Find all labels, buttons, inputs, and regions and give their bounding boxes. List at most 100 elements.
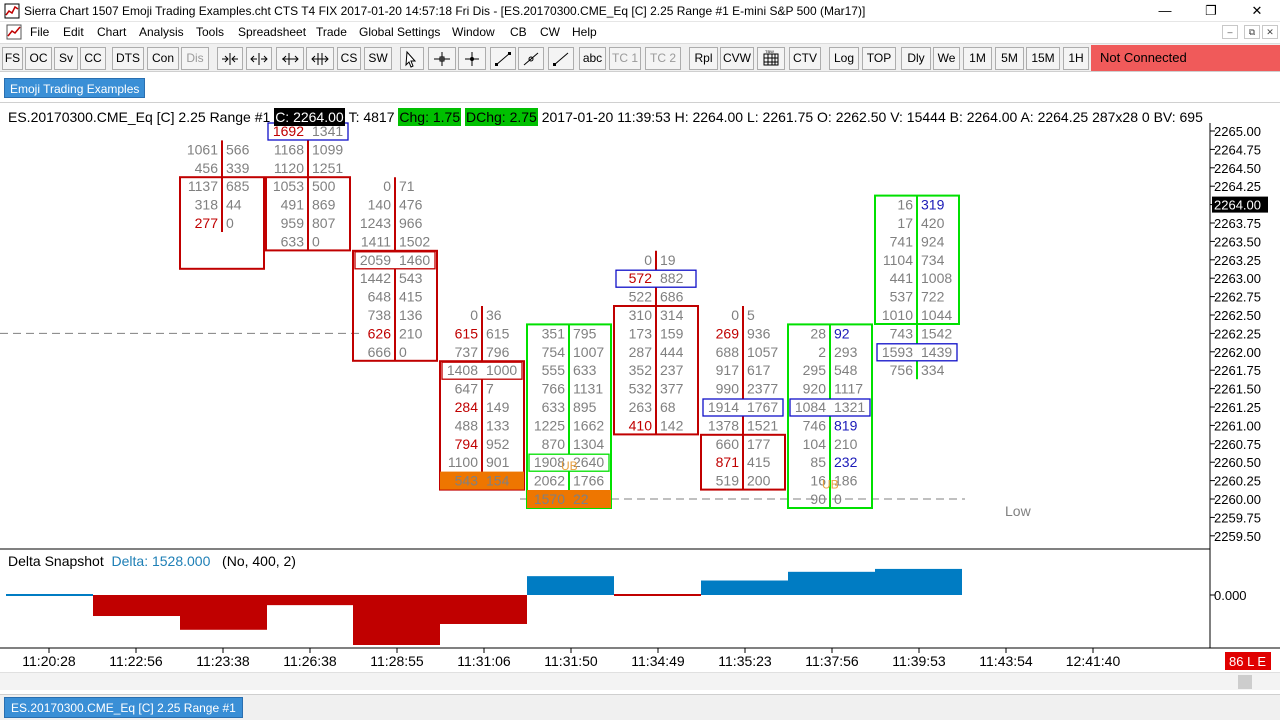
ask-volume: 36 bbox=[486, 307, 502, 323]
bid-volume: 90 bbox=[810, 491, 826, 507]
toolbar-tc2-button[interactable]: TC 2 bbox=[645, 47, 681, 70]
menu-tools[interactable]: Tools bbox=[196, 25, 224, 39]
crosshair-tool-button[interactable] bbox=[428, 47, 456, 70]
toolbar-abc-button[interactable]: abc bbox=[579, 47, 606, 70]
mdi-restore-button[interactable]: ⧉ bbox=[1244, 25, 1260, 39]
time-tick-label: 11:31:06 bbox=[457, 653, 511, 669]
bid-volume: 1053 bbox=[273, 178, 304, 194]
bottom-chart-tab[interactable]: ES.20170300.CME_Eq [C] 2.25 Range #1 bbox=[4, 697, 243, 718]
ask-volume: 339 bbox=[226, 160, 250, 176]
bid-volume: 441 bbox=[890, 270, 914, 286]
price-tick-label: 2260.75 bbox=[1214, 437, 1261, 452]
chart-area[interactable]: 2265.00 2264.75 2264.50 2264.25 2264.00 2263.… bbox=[0, 103, 1280, 678]
draw-ray-button[interactable] bbox=[518, 47, 544, 70]
footprint-chart[interactable]: 2265.00 2264.75 2264.50 2264.25 2264.00 2263.… bbox=[0, 103, 1280, 678]
zoom-out-bars-button[interactable] bbox=[246, 47, 272, 70]
menu-cb[interactable]: CB bbox=[510, 25, 527, 39]
ask-volume: 617 bbox=[747, 362, 771, 378]
delta-bar bbox=[180, 595, 267, 630]
toolbar-con-button[interactable]: Con bbox=[147, 47, 179, 70]
menu-global-settings[interactable]: Global Settings bbox=[359, 25, 440, 39]
bar-spacing-alt-button[interactable] bbox=[306, 47, 334, 70]
toolbar-rpl-button[interactable]: Rpl bbox=[689, 47, 718, 70]
menu-chart[interactable]: Chart bbox=[97, 25, 126, 39]
menu-cw[interactable]: CW bbox=[540, 25, 560, 39]
bid-volume: 660 bbox=[716, 436, 740, 452]
price-tick-label: 2259.50 bbox=[1214, 529, 1261, 544]
toolbar-tc1-button[interactable]: TC 1 bbox=[609, 47, 641, 70]
ask-volume: 2640 bbox=[573, 454, 604, 470]
ask-volume: 177 bbox=[747, 436, 771, 452]
toolbar-dts-button[interactable]: DTS bbox=[112, 47, 144, 70]
bar-spacing-alt-icon bbox=[311, 52, 329, 65]
toolbar-1h-button[interactable]: 1H bbox=[1063, 47, 1089, 70]
menu-help[interactable]: Help bbox=[572, 25, 597, 39]
bid-volume: 269 bbox=[716, 325, 740, 341]
menu-analysis[interactable]: Analysis bbox=[139, 25, 184, 39]
ask-volume: 7 bbox=[486, 381, 494, 397]
scrollbar-thumb[interactable] bbox=[1238, 675, 1252, 689]
mdi-close-button[interactable]: ✕ bbox=[1262, 25, 1278, 39]
crosshair-tool-icon bbox=[434, 51, 450, 66]
toolbar-5m-button[interactable]: 5M bbox=[995, 47, 1024, 70]
ask-volume: 1321 bbox=[834, 399, 865, 415]
close-button[interactable]: ✕ bbox=[1234, 0, 1280, 22]
toolbar-cc-button[interactable]: CC bbox=[80, 47, 106, 70]
bid-volume: 287 bbox=[629, 344, 653, 360]
bid-volume: 2059 bbox=[360, 252, 391, 268]
bid-volume: 491 bbox=[281, 197, 305, 213]
mdi-minimize-button[interactable]: – bbox=[1222, 25, 1238, 39]
ask-volume: 19 bbox=[660, 252, 676, 268]
bar-spacing-button[interactable] bbox=[276, 47, 304, 70]
menu-spreadsheet[interactable]: Spreadsheet bbox=[238, 25, 306, 39]
bid-volume: 871 bbox=[716, 454, 740, 470]
bid-volume: 522 bbox=[629, 289, 653, 305]
toolbar-sv-button[interactable]: Sv bbox=[54, 47, 78, 70]
bid-volume: 0 bbox=[644, 252, 652, 268]
minimize-button[interactable]: — bbox=[1142, 0, 1188, 22]
toolbar-dis-button[interactable]: Dis bbox=[181, 47, 209, 70]
chart-tab-emoji-trading[interactable]: Emoji Trading Examples bbox=[4, 78, 146, 98]
bid-volume: 688 bbox=[716, 344, 740, 360]
toolbar-dly-button[interactable]: Dly bbox=[901, 47, 931, 70]
toolbar-cvw-button[interactable]: CVW bbox=[720, 47, 754, 70]
delta-bar bbox=[701, 580, 788, 595]
toolbar-15m-button[interactable]: 15M bbox=[1026, 47, 1060, 70]
toolbar-fs-button[interactable]: FS bbox=[2, 47, 23, 70]
ub-marker: UB bbox=[561, 459, 578, 473]
toolbar-log-button[interactable]: Log bbox=[829, 47, 859, 70]
ask-volume: 796 bbox=[486, 344, 510, 360]
toolbar-ctv-button[interactable]: CTV bbox=[789, 47, 821, 70]
toolbar-cs-button[interactable]: CS bbox=[337, 47, 361, 70]
menu-file[interactable]: File bbox=[30, 25, 49, 39]
ask-volume: 149 bbox=[486, 399, 510, 415]
bid-volume: 0 bbox=[470, 307, 478, 323]
menu-edit[interactable]: Edit bbox=[63, 25, 84, 39]
menu-window[interactable]: Window bbox=[452, 25, 495, 39]
price-tick-label: 2259.75 bbox=[1214, 510, 1261, 525]
toolbar-1m-button[interactable]: 1M bbox=[963, 47, 992, 70]
toolbar-oc-button[interactable]: OC bbox=[25, 47, 52, 70]
horizontal-scrollbar[interactable] bbox=[0, 672, 1280, 690]
draw-extended-line-button[interactable] bbox=[548, 47, 574, 70]
draw-line-button[interactable] bbox=[490, 47, 516, 70]
toolbar-top-button[interactable]: TOP bbox=[862, 47, 896, 70]
chart-doc-icon[interactable] bbox=[6, 24, 22, 40]
ask-volume: 0 bbox=[312, 233, 320, 249]
ask-volume: 924 bbox=[921, 233, 945, 249]
toolbar-sw-button[interactable]: SW bbox=[364, 47, 392, 70]
ask-volume: 159 bbox=[660, 325, 684, 341]
menu-trade[interactable]: Trade bbox=[316, 25, 347, 39]
zoom-in-bars-button[interactable] bbox=[217, 47, 243, 70]
trade-window-button[interactable]: TBW bbox=[757, 47, 785, 70]
price-tick-label: 2264.75 bbox=[1214, 142, 1261, 157]
crosshair-values-button[interactable] bbox=[458, 47, 486, 70]
bid-volume: 537 bbox=[890, 289, 914, 305]
header-chg: Chg: 1.75 bbox=[398, 108, 462, 126]
toolbar-we-button[interactable]: We bbox=[933, 47, 960, 70]
price-tick-label: 2263.25 bbox=[1214, 253, 1261, 268]
pointer-tool-button[interactable] bbox=[400, 47, 424, 70]
bid-volume: 1100 bbox=[448, 454, 478, 470]
maximize-button[interactable]: ❐ bbox=[1188, 0, 1234, 22]
bid-volume: 410 bbox=[629, 417, 653, 433]
